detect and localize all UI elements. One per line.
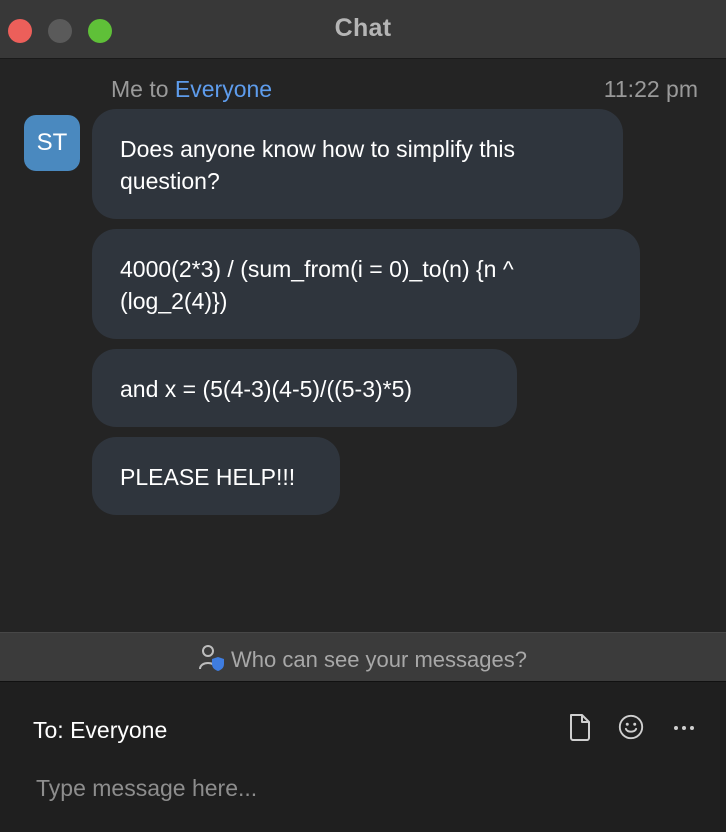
message-bubble[interactable]: and x = (5(4-3)(4-5)/((5-3)*5) (92, 349, 517, 427)
message-bubble[interactable]: 4000(2*3) / (sum_from(i = 0)_to(n) {n ^ … (92, 229, 640, 339)
recipient-selector[interactable]: To: Everyone (33, 717, 167, 744)
title-bar: Chat (0, 0, 726, 59)
to-word: to (149, 76, 169, 102)
window-title: Chat (334, 14, 392, 42)
chat-window: Chat Me to Everyone 11:22 pm ST Does any… (0, 0, 726, 832)
visibility-label: Who can see your messages? (231, 647, 527, 672)
file-icon[interactable] (566, 712, 594, 742)
message-bubble[interactable]: Does anyone know how to simplify this qu… (92, 109, 623, 219)
visibility-bar[interactable]: Who can see your messages? (0, 632, 726, 681)
recipient-name[interactable]: Everyone (175, 76, 272, 102)
emoji-icon[interactable] (617, 712, 645, 742)
message-header: Me to Everyone (111, 76, 272, 103)
person-shield-icon (199, 645, 225, 671)
sender-name: Me (111, 76, 143, 102)
message-input[interactable] (36, 770, 676, 806)
message-timestamp: 11:22 pm (603, 76, 698, 102)
composer: To: Everyone (0, 681, 726, 832)
avatar: ST (24, 115, 80, 171)
visibility-info[interactable]: Who can see your messages? (0, 644, 726, 673)
more-icon[interactable] (671, 712, 699, 742)
message-bubble[interactable]: PLEASE HELP!!! (92, 437, 340, 515)
